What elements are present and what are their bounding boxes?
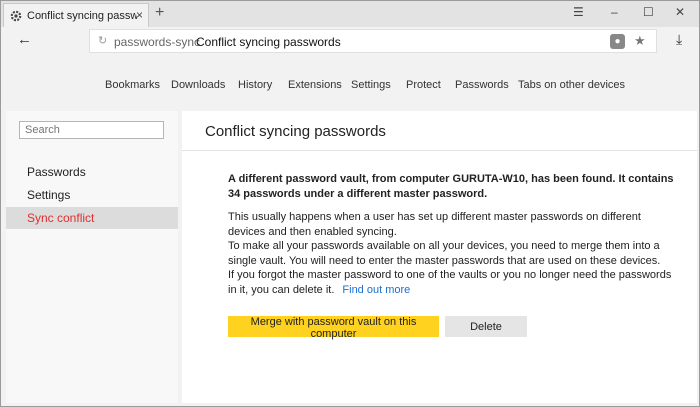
sidebar-item-label: Sync conflict bbox=[27, 211, 95, 225]
url-host: passwords-sync bbox=[114, 35, 201, 49]
merge-instructions: To make all your passwords available on … bbox=[228, 240, 661, 267]
omnibox[interactable]: ↻ passwords-sync Conflict syncing passwo… bbox=[89, 29, 657, 53]
delete-button[interactable]: Delete bbox=[445, 316, 527, 337]
url-page-title: Conflict syncing passwords bbox=[196, 35, 341, 49]
nav-downloads[interactable]: Downloads bbox=[171, 79, 225, 91]
find-out-more-link[interactable]: Find out more bbox=[342, 284, 410, 296]
minimize-icon[interactable]: – bbox=[611, 5, 618, 19]
tab-close-icon[interactable]: × bbox=[136, 8, 143, 22]
search-input[interactable] bbox=[19, 121, 164, 139]
sidebar-item-sync-conflict[interactable]: Sync conflict bbox=[6, 207, 178, 229]
nav-bookmarks[interactable]: Bookmarks bbox=[105, 79, 160, 91]
menu-icon[interactable]: ☰ bbox=[573, 5, 584, 19]
nav-extensions[interactable]: Extensions bbox=[288, 79, 342, 91]
settings-nav: Bookmarks Downloads History Extensions S… bbox=[1, 55, 699, 110]
back-arrow-icon[interactable]: ← bbox=[17, 31, 32, 48]
page-title: Conflict syncing passwords bbox=[205, 123, 386, 140]
gear-icon bbox=[10, 10, 22, 21]
reload-icon[interactable]: ↻ bbox=[98, 34, 107, 47]
protect-shield-icon[interactable]: ● bbox=[610, 34, 625, 49]
nav-protect[interactable]: Protect bbox=[406, 79, 441, 91]
delete-instructions-text: If you forgot the master password to one… bbox=[228, 269, 672, 296]
browser-tab[interactable]: Conflict syncing passwords × bbox=[3, 3, 149, 27]
restore-icon[interactable]: ☐ bbox=[643, 5, 654, 19]
browser-window: Conflict syncing passwords × + ☰ – ☐ ✕ ←… bbox=[0, 0, 700, 407]
tab-title: Conflict syncing passwords bbox=[27, 9, 137, 22]
download-icon[interactable]: ⤓ bbox=[676, 31, 682, 48]
sidebar-item-passwords[interactable]: Passwords bbox=[6, 161, 178, 183]
conflict-lead-text: A different password vault, from compute… bbox=[228, 173, 674, 200]
nav-settings[interactable]: Settings bbox=[351, 79, 391, 91]
bookmark-star-icon[interactable]: ★ bbox=[634, 33, 646, 49]
nav-passwords[interactable]: Passwords bbox=[455, 79, 509, 91]
address-bar: ← ↻ passwords-sync Conflict syncing pass… bbox=[1, 27, 699, 55]
main-panel: Conflict syncing passwords A different p… bbox=[182, 111, 697, 403]
delete-instructions: If you forgot the master password to one… bbox=[228, 268, 678, 297]
main-header: Conflict syncing passwords bbox=[182, 111, 697, 151]
nav-history[interactable]: History bbox=[238, 79, 272, 91]
sidebar-item-settings[interactable]: Settings bbox=[6, 184, 178, 206]
sidebar-item-label: Settings bbox=[27, 188, 71, 202]
conflict-explanation: This usually happens when a user has set… bbox=[228, 211, 641, 238]
merge-vault-button[interactable]: Merge with password vault on this comput… bbox=[228, 316, 439, 340]
nav-tabs-other-devices[interactable]: Tabs on other devices bbox=[518, 79, 625, 91]
sidebar-item-label: Passwords bbox=[27, 165, 86, 179]
title-bar: Conflict syncing passwords × + ☰ – ☐ ✕ bbox=[1, 1, 699, 27]
new-tab-icon[interactable]: + bbox=[155, 4, 164, 22]
close-window-icon[interactable]: ✕ bbox=[675, 5, 685, 19]
sidebar: Passwords Settings Sync conflict bbox=[6, 111, 178, 403]
conflict-message: A different password vault, from compute… bbox=[228, 172, 678, 297]
